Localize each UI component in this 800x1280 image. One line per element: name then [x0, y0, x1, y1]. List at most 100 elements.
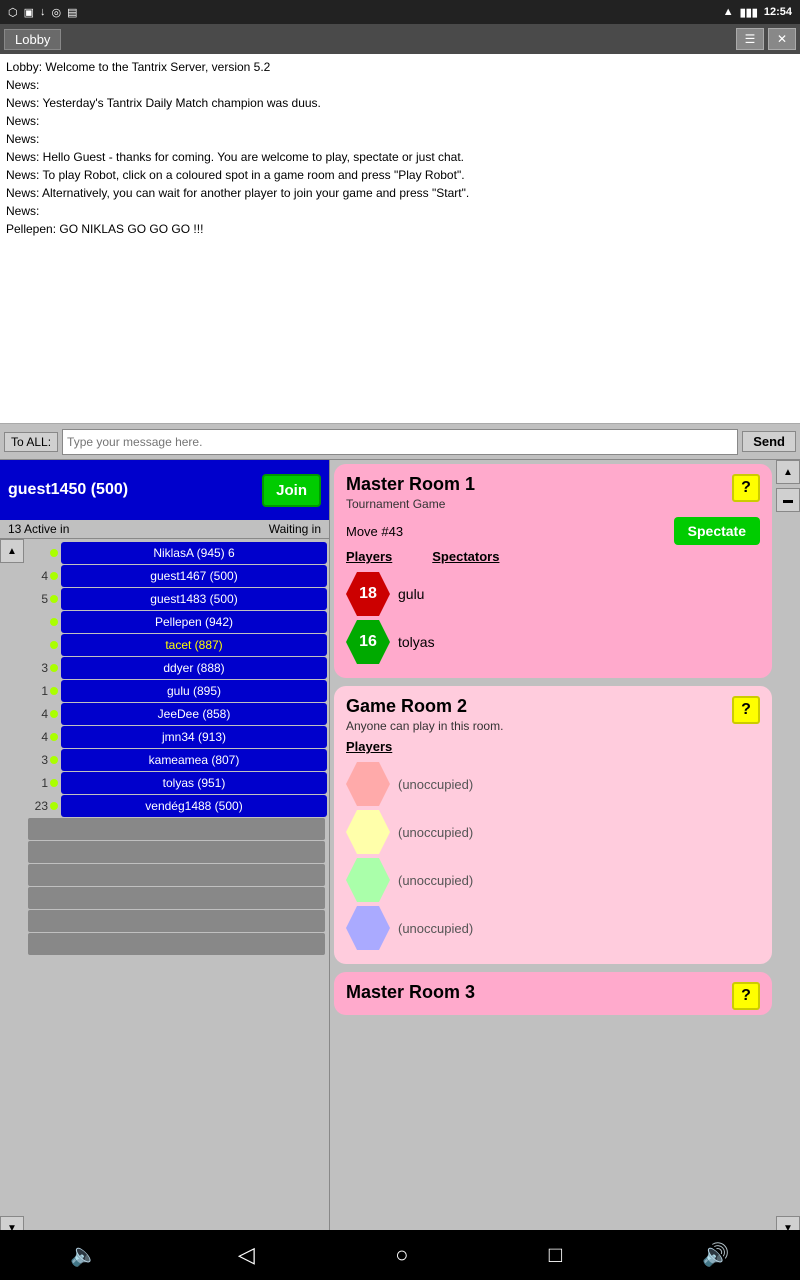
help-button-room1[interactable]: ?: [732, 474, 760, 502]
volume-low-icon[interactable]: 🔈: [70, 1242, 97, 1268]
title-bar-buttons: ☰ ✕: [736, 28, 796, 50]
right-scroll-up-button[interactable]: ▲: [776, 460, 800, 484]
player-button[interactable]: Pellepen (942): [61, 611, 327, 633]
player-status-dot: [50, 733, 58, 741]
player-hex: [346, 762, 390, 806]
player-button[interactable]: JeeDee (858): [61, 703, 327, 725]
status-bar-right: ▲ ▮▮▮ 12:54: [723, 6, 792, 19]
chat-line: News:: [6, 130, 794, 148]
chat-line: News:: [6, 76, 794, 94]
player-row: 1 gulu (895): [26, 680, 327, 702]
menu-button[interactable]: ☰: [736, 28, 764, 50]
empty-player-slot: [28, 818, 325, 840]
player-status-dot: [50, 641, 58, 649]
android-icon: ⬡: [8, 6, 18, 19]
recents-icon[interactable]: □: [549, 1242, 562, 1268]
volume-high-icon[interactable]: 🔊: [702, 1242, 729, 1268]
window-title: Lobby: [4, 29, 61, 50]
scroll-up-button[interactable]: ▲: [0, 539, 24, 563]
player-row: 5 guest1483 (500): [26, 588, 327, 610]
player-status-dot: [50, 710, 58, 718]
player-rank: 1: [26, 684, 50, 698]
room-info-row-room1: Move #43 Spectate: [346, 517, 760, 545]
send-button[interactable]: Send: [742, 431, 796, 452]
room-subtitle-room1: Tournament Game: [346, 497, 760, 511]
player-status-dot: [50, 664, 58, 672]
close-button[interactable]: ✕: [768, 28, 796, 50]
player-row: NiklasA (945) 6: [26, 542, 327, 564]
player-hex-row: 16 tolyas: [346, 620, 760, 664]
player-status-dot: [50, 756, 58, 764]
right-scroll-mid-button[interactable]: ▬: [776, 488, 800, 512]
room-player-name: gulu: [398, 586, 424, 602]
labels-row-room2: Players: [346, 739, 760, 754]
join-button[interactable]: Join: [262, 474, 321, 507]
player-list-container: ▲ ▼ NiklasA (945) 6 4 guest1467 (500) 5 gues…: [0, 539, 329, 1240]
status-bar: ⬡ ▣ ↓ ◎ ▤ ▲ ▮▮▮ 12:54: [0, 0, 800, 24]
player-button[interactable]: vendég1488 (500): [61, 795, 327, 817]
help-button-room2[interactable]: ?: [732, 696, 760, 724]
player-header: guest1450 (500) Join: [0, 460, 329, 520]
empty-player-slot: [28, 864, 325, 886]
player-hex: [346, 858, 390, 902]
chat-area: Lobby: Welcome to the Tantrix Server, ve…: [0, 54, 800, 424]
player-button[interactable]: tacet (887): [61, 634, 327, 656]
title-bar: Lobby ☰ ✕: [0, 24, 800, 54]
chat-line: News: Yesterday's Tantrix Daily Match ch…: [6, 94, 794, 112]
player-button[interactable]: ddyer (888): [61, 657, 327, 679]
room-player-name: (unoccupied): [398, 825, 473, 840]
player-list: NiklasA (945) 6 4 guest1467 (500) 5 guest148…: [24, 539, 329, 1240]
player-button[interactable]: guest1467 (500): [61, 565, 327, 587]
room-player-name: tolyas: [398, 634, 435, 650]
chat-line: Lobby: Welcome to the Tantrix Server, ve…: [6, 58, 794, 76]
spectate-button-room1[interactable]: Spectate: [674, 517, 760, 545]
labels-row-room1: PlayersSpectators: [346, 549, 760, 564]
message-input[interactable]: [62, 429, 738, 455]
bottom-nav: 🔈 ◁ ○ □ 🔊: [0, 1230, 800, 1280]
player-button[interactable]: tolyas (951): [61, 772, 327, 794]
wifi-icon: ▲: [723, 6, 734, 18]
player-button[interactable]: jmn34 (913): [61, 726, 327, 748]
player-row: 3 kameamea (807): [26, 749, 327, 771]
player-hex-row: (unoccupied): [346, 906, 760, 950]
player-hex[interactable]: 16: [346, 620, 390, 664]
player-row: 23vendég1488 (500): [26, 795, 327, 817]
player-hex[interactable]: 18: [346, 572, 390, 616]
help-button-room3[interactable]: ?: [732, 982, 760, 1010]
empty-player-slot: [28, 933, 325, 955]
player-button[interactable]: NiklasA (945) 6: [61, 542, 327, 564]
chat-line: News: Hello Guest - thanks for coming. Y…: [6, 148, 794, 166]
player-status-dot: [50, 572, 58, 580]
status-bar-left: ⬡ ▣ ↓ ◎ ▤: [8, 6, 78, 19]
chat-line: Pellepen: GO NIKLAS GO GO GO !!!: [6, 220, 794, 238]
recipient-button[interactable]: To ALL:: [4, 432, 58, 452]
chat-line: News:: [6, 202, 794, 220]
player-status-dot: [50, 549, 58, 557]
player-rank: 3: [26, 753, 50, 767]
back-icon[interactable]: ◁: [238, 1242, 255, 1268]
player-rank: 5: [26, 592, 50, 606]
player-row: 4jmn34 (913): [26, 726, 327, 748]
player-hex: [346, 810, 390, 854]
player-rank: 3: [26, 661, 50, 675]
player-button[interactable]: gulu (895): [61, 680, 327, 702]
move-text-room1: Move #43: [346, 524, 403, 539]
waiting-tab: Waiting in: [269, 522, 321, 536]
player-rank: 4: [26, 569, 50, 583]
empty-player-slot: [28, 910, 325, 932]
room-title-room1: Master Room 1: [346, 474, 760, 495]
left-scroll-area: ▲ ▼: [0, 539, 24, 1240]
help-circle-icon: ◎: [52, 6, 62, 19]
current-player-name: guest1450 (500): [8, 481, 128, 499]
room-card-room3: ?Master Room 3: [334, 972, 772, 1015]
right-panel: ?Master Room 1Tournament GameMove #43Spe…: [330, 460, 776, 1240]
player-button[interactable]: guest1483 (500): [61, 588, 327, 610]
room-card-room1: ?Master Room 1 Tournament Game Move #43 Spe…: [334, 464, 772, 678]
player-button[interactable]: kameamea (807): [61, 749, 327, 771]
player-status-dot: [50, 618, 58, 626]
player-status-dot: [50, 802, 58, 810]
home-icon[interactable]: ○: [395, 1242, 408, 1268]
player-row: 1 tolyas (951): [26, 772, 327, 794]
player-rank: 1: [26, 776, 50, 790]
players-label-room2: Players: [346, 739, 392, 754]
